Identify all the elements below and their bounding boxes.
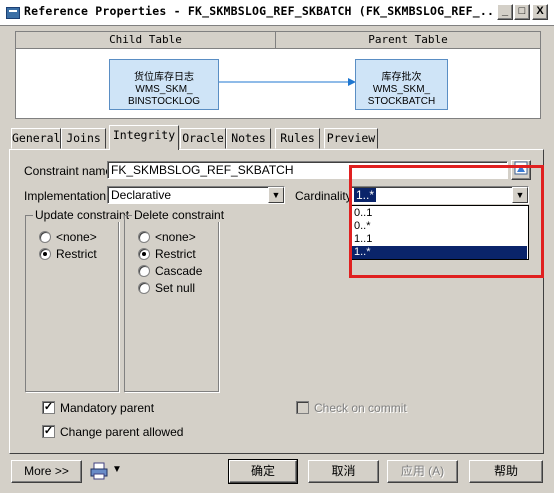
implementation-dropdown-button[interactable]: ▼ [268, 187, 284, 203]
tab-general[interactable]: General [11, 128, 61, 149]
change-parent-checkbox[interactable]: ✓ [42, 425, 55, 438]
child-table-header: Child Table [16, 32, 276, 49]
help-button[interactable]: 帮助 [469, 460, 543, 483]
close-button[interactable]: X [532, 4, 548, 20]
delete-restrict-radio[interactable] [138, 248, 150, 260]
tab-preview[interactable]: Preview [324, 128, 378, 149]
cardinality-option-selected[interactable]: 1..* [352, 246, 527, 259]
update-none-radio[interactable] [39, 231, 51, 243]
tab-notes[interactable]: Notes [226, 128, 271, 149]
constraint-name-input[interactable]: FK_SKMBSLOG_REF_SKBATCH [107, 161, 508, 179]
cardinality-option[interactable]: 1..1 [352, 233, 527, 246]
maximize-button[interactable]: □ [514, 4, 530, 20]
parent-table-name: 库存批次 WMS_SKM_ [372, 72, 431, 95]
constraint-name-label: Constraint name: [24, 164, 116, 178]
tab-integrity[interactable]: Integrity [109, 125, 179, 150]
delete-restrict-label[interactable]: Restrict [155, 247, 196, 261]
app-icon[interactable] [6, 7, 20, 19]
minimize-button[interactable]: _ [497, 4, 513, 20]
parent-table-code: STOCKBATCH [367, 96, 436, 107]
cardinality-option[interactable]: 0..1 [352, 207, 527, 220]
check-on-commit-label: Check on commit [314, 401, 407, 415]
check-on-commit-checkbox [296, 401, 309, 414]
child-table-name: 货位库存日志 WMS_SKM_ [134, 72, 194, 95]
print-menu-button[interactable]: ▼ [90, 462, 126, 482]
cardinality-option[interactable]: 0..* [352, 220, 527, 233]
tab-joins[interactable]: Joins [61, 128, 106, 149]
child-table-box[interactable]: 货位库存日志 WMS_SKM_ BINSTOCKLOG [109, 59, 219, 110]
update-restrict-label[interactable]: Restrict [56, 247, 97, 261]
mandatory-parent-label[interactable]: Mandatory parent [60, 401, 154, 415]
cardinality-select[interactable]: 1..* [350, 186, 529, 204]
tab-oracle[interactable]: Oracle [180, 128, 226, 149]
update-restrict-radio[interactable] [39, 248, 51, 260]
reference-arrow [219, 78, 356, 86]
chevron-down-icon: ▼ [112, 464, 122, 475]
tab-rules[interactable]: Rules [275, 128, 320, 149]
change-parent-label[interactable]: Change parent allowed [60, 425, 183, 439]
update-none-label[interactable]: <none> [56, 230, 97, 244]
cancel-button[interactable]: 取消 [308, 460, 379, 483]
parent-table-box[interactable]: 库存批次 WMS_SKM_ STOCKBATCH [355, 59, 448, 110]
more-button[interactable]: More >> [11, 460, 82, 483]
reference-diagram: Child Table Parent Table 货位库存日志 WMS_SKM_… [15, 31, 541, 119]
child-table-code: BINSTOCKLOG [127, 96, 201, 107]
implementation-select[interactable]: Declarative [107, 186, 285, 204]
update-constraint-title: Update constraint [33, 208, 132, 222]
delete-setnull-label[interactable]: Set null [155, 281, 195, 295]
print-icon [90, 462, 108, 480]
implementation-label: Implementation: [24, 189, 110, 203]
cardinality-dropdown-list[interactable]: 0..1 0..* 1..1 1..* [350, 205, 529, 260]
ok-button[interactable]: 确定 [228, 459, 298, 484]
delete-cascade-label[interactable]: Cascade [155, 264, 202, 278]
delete-none-label[interactable]: <none> [155, 230, 196, 244]
cardinality-label: Cardinality: [295, 189, 356, 203]
properties-button[interactable] [511, 160, 531, 180]
title-bar[interactable]: Reference Properties - FK_SKMBSLOG_REF_S… [0, 0, 554, 26]
delete-cascade-radio[interactable] [138, 265, 150, 277]
properties-icon [514, 161, 528, 175]
delete-none-radio[interactable] [138, 231, 150, 243]
parent-table-header: Parent Table [276, 32, 540, 49]
delete-setnull-radio[interactable] [138, 282, 150, 294]
apply-button: 应用 (A) [387, 460, 458, 483]
cardinality-selected-value: 1..* [354, 188, 377, 202]
window-title: Reference Properties - FK_SKMBSLOG_REF_S… [24, 4, 494, 18]
delete-constraint-title: Delete constraint [132, 208, 227, 222]
cardinality-dropdown-button[interactable]: ▼ [512, 187, 528, 203]
mandatory-parent-checkbox[interactable]: ✓ [42, 401, 55, 414]
